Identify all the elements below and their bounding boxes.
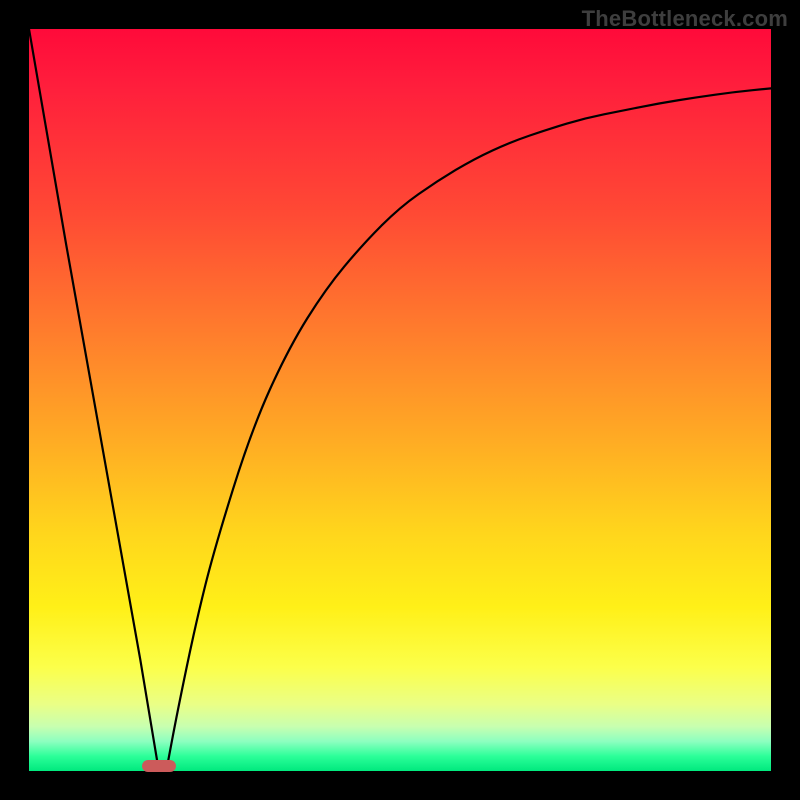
optimal-marker (142, 760, 175, 772)
curve-right-branch (166, 88, 771, 771)
curve-left-branch (29, 29, 166, 771)
plot-area (29, 29, 771, 771)
chart-frame: TheBottleneck.com (0, 0, 800, 800)
bottleneck-curve (29, 29, 771, 771)
watermark-text: TheBottleneck.com (582, 6, 788, 32)
